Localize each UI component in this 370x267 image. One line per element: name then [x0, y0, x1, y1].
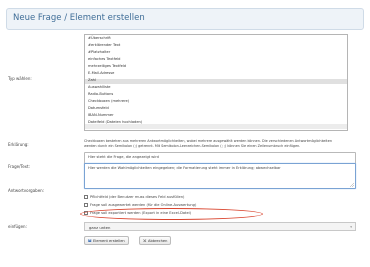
question-label: Frage/Text: [8, 164, 30, 169]
insert-position-select[interactable]: ganz unten ▾ [84, 222, 356, 231]
highlight-annotation [80, 208, 263, 220]
insert-label: einfügen: [8, 224, 27, 229]
type-listbox[interactable]: #Überschrift #erklärender Text #Platzhal… [84, 34, 348, 131]
create-element-label: Element erstellen [93, 238, 125, 243]
explanation-line: werden durch ein Semikolon (;) getrennt.… [84, 143, 301, 148]
checkbox-evaluate[interactable] [84, 203, 88, 207]
answers-textarea[interactable]: Hier werden die Wahlmöglichkeiten eingeg… [84, 163, 356, 189]
page-title: Neue Frage / Element erstellen [13, 13, 145, 23]
type-option[interactable]: Radio-Buttons [88, 92, 113, 97]
type-option[interactable]: E-Mail-Adresse [88, 71, 114, 76]
create-element-button[interactable]: Element erstellen [84, 236, 129, 245]
type-option[interactable]: IBAN-Nummer [88, 113, 114, 118]
type-option[interactable]: #Platzhalter [88, 50, 110, 55]
insert-position-value: ganz unten [89, 224, 111, 230]
type-option[interactable]: Zahl [88, 78, 96, 83]
cancel-label: Abbrechen [148, 238, 168, 243]
checkbox-evaluate-row[interactable]: Frage soll ausgewertet werden (für die O… [84, 203, 196, 207]
answers-value: Hier werden die Wahlmöglichkeiten eingeg… [88, 166, 281, 170]
cancel-button[interactable]: Abbrechen [139, 236, 172, 245]
checkbox-required[interactable] [84, 195, 88, 199]
resize-grip-icon[interactable] [350, 183, 354, 187]
explanation-text: Checkboxen bestehen aus mehreren Antwort… [84, 139, 356, 149]
chevron-down-icon: ▾ [350, 224, 352, 229]
type-option[interactable]: Auswahlliste [88, 85, 111, 90]
save-icon [88, 239, 92, 242]
type-option[interactable]: Datumsfeld [88, 106, 109, 111]
checkbox-evaluate-label: Frage soll ausgewertet werden (für die O… [90, 203, 197, 207]
type-option-selected-bg [85, 79, 347, 84]
checkbox-required-row[interactable]: Pflichtfeld (der Benutzer muss dieses Fe… [84, 195, 184, 199]
type-label: Typ wählen: [8, 76, 32, 81]
page-header: Neue Frage / Element erstellen [6, 8, 364, 30]
explanation-label: Erklärung: [8, 142, 29, 147]
type-option[interactable]: #Überschrift [88, 36, 111, 41]
close-icon [143, 238, 147, 243]
type-option[interactable]: Dateifeld (Dateien hochladen) [88, 120, 142, 125]
type-option-selected[interactable]: Checkboxen (mehrere) [88, 99, 129, 104]
checkbox-required-label: Pflichtfeld (der Benutzer muss dieses Fe… [90, 195, 185, 199]
answers-label: Antwortvorgaben: [8, 188, 45, 193]
type-option[interactable]: mehrzeiliges Textfeld [88, 64, 126, 69]
type-option[interactable]: einfaches Textfeld [88, 57, 120, 62]
question-value: Hier steht die Frage, die angezeigt wird [88, 155, 159, 159]
type-option[interactable]: #erklärender Text [88, 43, 120, 48]
